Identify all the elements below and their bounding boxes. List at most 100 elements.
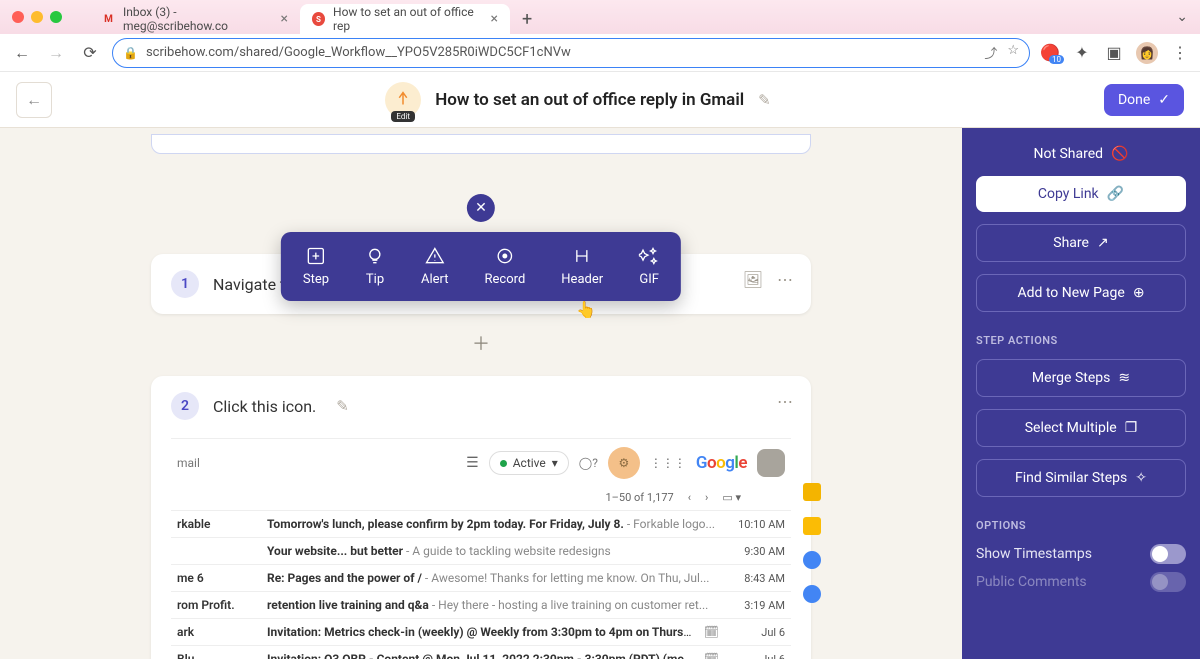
button-label: Find Similar Steps bbox=[1015, 470, 1127, 486]
browser-toolbar: ← → ⟳ 🔒 scribehow.com/shared/Google_Work… bbox=[0, 34, 1200, 72]
mail-time: 9:30 AM bbox=[729, 545, 785, 558]
select-multiple-button[interactable]: Select Multiple ❐ bbox=[976, 409, 1186, 447]
prev-page-icon: ‹ bbox=[688, 491, 691, 504]
public-comments-toggle[interactable] bbox=[1150, 572, 1186, 592]
share-button[interactable]: Share ↗ bbox=[976, 224, 1186, 262]
mail-sender: rom Profit. bbox=[177, 598, 257, 612]
more-icon[interactable]: ⋯ bbox=[777, 392, 793, 411]
app-header: ← Edit How to set an out of office reply… bbox=[0, 72, 1200, 128]
insert-label: Step bbox=[303, 272, 329, 287]
close-tab-icon[interactable]: × bbox=[281, 11, 288, 27]
not-shared-icon: 🚫 bbox=[1111, 146, 1128, 162]
profile-avatar-icon[interactable]: 👩 bbox=[1136, 42, 1158, 64]
new-tab-button[interactable]: + bbox=[514, 5, 540, 34]
document-title[interactable]: How to set an out of office reply in Gma… bbox=[435, 90, 744, 110]
button-label: Merge Steps bbox=[1032, 370, 1110, 386]
browser-tab-scribe[interactable]: S How to set an out of office rep × bbox=[300, 4, 510, 34]
nav-back-button[interactable]: ← bbox=[10, 43, 34, 63]
nav-forward-button: → bbox=[44, 43, 68, 63]
mail-subject: Tomorrow's lunch, please confirm by 2pm … bbox=[267, 517, 719, 531]
insert-gif-button[interactable]: GIF bbox=[621, 242, 677, 291]
url-text: scribehow.com/shared/Google_Workflow__YP… bbox=[146, 45, 571, 60]
scribe-logo-icon: Edit bbox=[385, 82, 421, 118]
insert-alert-button[interactable]: Alert 👆 bbox=[403, 242, 467, 291]
app-back-button[interactable]: ← bbox=[16, 82, 52, 118]
insert-step-button[interactable]: Step bbox=[285, 242, 347, 291]
gmail-side-icons bbox=[803, 483, 821, 603]
insert-tip-button[interactable]: Tip bbox=[347, 242, 403, 291]
mail-time: Jul 6 bbox=[729, 626, 785, 639]
next-page-icon: › bbox=[705, 491, 708, 504]
insert-label: Header bbox=[561, 272, 603, 287]
image-icon[interactable]: 🖼 bbox=[743, 270, 763, 289]
plus-square-icon bbox=[306, 246, 326, 266]
done-button[interactable]: Done ✓ bbox=[1104, 84, 1184, 116]
browser-tab-strip: M Inbox (3) - meg@scribehow.co × S How t… bbox=[0, 0, 1200, 34]
browser-menu-icon[interactable]: ⋮ bbox=[1170, 43, 1190, 62]
insert-label: Alert bbox=[421, 272, 449, 287]
gmail-header-mock: mail ☰ Active ▾ ◯? ⚙ ⋮⋮⋮ Google bbox=[171, 439, 791, 487]
add-to-page-button[interactable]: Add to New Page ⊕ bbox=[976, 274, 1186, 312]
extension-scribe-icon[interactable]: 🔴10 bbox=[1040, 43, 1060, 62]
external-icon: ↗ bbox=[1097, 235, 1109, 251]
insert-header-button[interactable]: Header bbox=[543, 242, 621, 291]
close-window-icon[interactable] bbox=[12, 11, 24, 23]
extensions-icon[interactable]: ✦ bbox=[1072, 43, 1092, 62]
screenshot-preview: mail ☰ Active ▾ ◯? ⚙ ⋮⋮⋮ Google 1–50 of … bbox=[171, 438, 791, 659]
tab-label: How to set an out of office rep bbox=[333, 5, 483, 33]
insert-record-button[interactable]: Record bbox=[467, 242, 544, 291]
mail-row: me 6Re: Pages and the power of / - Aweso… bbox=[171, 564, 791, 591]
edit-mode-badge: Edit bbox=[391, 111, 415, 122]
edit-step-icon[interactable]: ✎ bbox=[336, 397, 349, 415]
mail-time: 3:19 AM bbox=[729, 599, 785, 612]
mail-subject: Invitation: Metrics check-in (weekly) @ … bbox=[267, 625, 694, 639]
browser-extension-area: 🔴10 ✦ ▣ 👩 ⋮ bbox=[1040, 42, 1190, 64]
step-text[interactable]: Click this icon. bbox=[213, 397, 316, 416]
show-timestamps-toggle[interactable] bbox=[1150, 544, 1186, 564]
close-tab-icon[interactable]: × bbox=[491, 11, 498, 27]
options-heading: OPTIONS bbox=[976, 519, 1186, 532]
mail-row: Your website... but better - A guide to … bbox=[171, 537, 791, 564]
close-insert-button[interactable]: ✕ bbox=[467, 194, 495, 222]
check-icon: ✓ bbox=[1158, 92, 1170, 108]
find-similar-button[interactable]: Find Similar Steps ✧ bbox=[976, 459, 1186, 497]
merge-steps-button[interactable]: Merge Steps ≋ bbox=[976, 359, 1186, 397]
mail-time: 10:10 AM bbox=[729, 518, 785, 531]
address-bar[interactable]: 🔒 scribehow.com/shared/Google_Workflow__… bbox=[112, 38, 1030, 68]
merge-icon: ≋ bbox=[1118, 370, 1130, 386]
step-card-actions: 🖼 ⋯ bbox=[743, 270, 793, 289]
heading-icon bbox=[572, 246, 592, 266]
done-label: Done bbox=[1118, 92, 1150, 108]
button-label: Copy Link bbox=[1038, 186, 1099, 202]
mail-subject: Your website... but better - A guide to … bbox=[267, 544, 719, 558]
account-avatar-icon bbox=[757, 449, 785, 477]
copy-link-button[interactable]: Copy Link 🔗 bbox=[976, 176, 1186, 212]
gmail-rows: rkable Tomorrow's lunch, please confirm b… bbox=[171, 510, 791, 659]
mail-row: BluInvitation: Q3 OBP - Content @ Mon Ju… bbox=[171, 645, 791, 659]
mail-sender: rkable bbox=[177, 517, 257, 531]
step-number: 1 bbox=[171, 270, 199, 298]
cursor-icon: 👆 bbox=[576, 300, 596, 319]
help-icon: ◯? bbox=[579, 456, 598, 470]
gmail-pager: 1–50 of 1,177 ‹ › ▭ ▾ bbox=[171, 487, 791, 510]
tab-overflow-icon[interactable]: ⌄ bbox=[1176, 9, 1188, 25]
edit-title-icon[interactable]: ✎ bbox=[758, 91, 771, 109]
add-step-button[interactable]: ＋ bbox=[466, 330, 496, 356]
reload-button[interactable]: ⟳ bbox=[78, 43, 102, 62]
browser-tab-inbox[interactable]: M Inbox (3) - meg@scribehow.co × bbox=[90, 4, 300, 34]
button-label: Share bbox=[1053, 235, 1089, 251]
insert-label: Record bbox=[485, 272, 526, 287]
window-controls bbox=[12, 11, 62, 23]
bookmark-icon[interactable]: ☆ bbox=[1007, 43, 1019, 62]
maximize-window-icon[interactable] bbox=[50, 11, 62, 23]
share-page-icon[interactable]: ⤴ bbox=[984, 43, 997, 62]
minimize-window-icon[interactable] bbox=[31, 11, 43, 23]
step-card-2[interactable]: 2 Click this icon. ✎ ⋯ mail ☰ Active ▾ ◯… bbox=[151, 376, 811, 659]
lock-icon: 🔒 bbox=[123, 46, 138, 60]
alert-icon bbox=[425, 246, 445, 266]
reader-icon[interactable]: ▣ bbox=[1104, 43, 1124, 62]
more-icon[interactable]: ⋯ bbox=[777, 270, 793, 289]
gmail-favicon-icon: M bbox=[102, 12, 115, 26]
toggle-label: Public Comments bbox=[976, 574, 1087, 590]
calendar-icon: 🗓 bbox=[704, 652, 719, 659]
